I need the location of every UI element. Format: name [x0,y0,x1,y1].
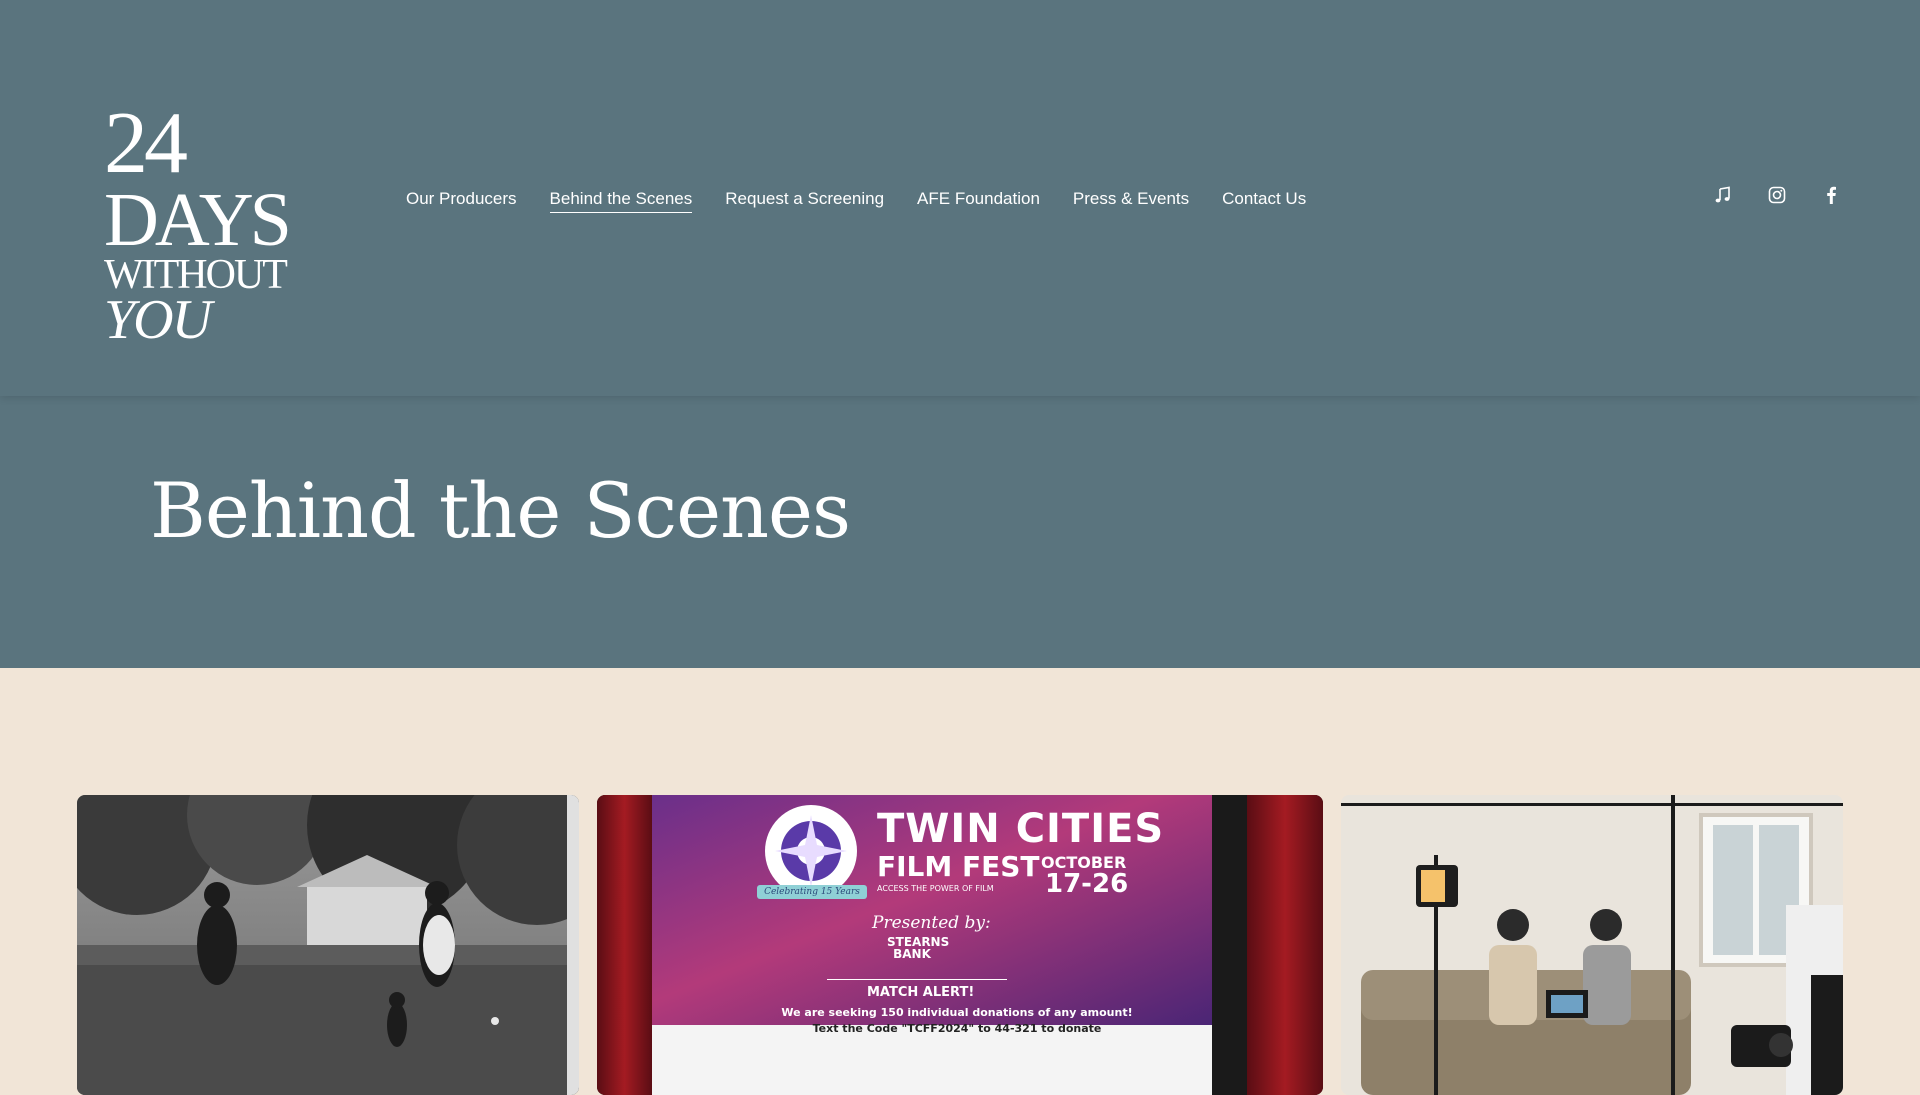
logo-line-2: DAYS [104,178,292,262]
gallery-photo-interview[interactable] [1341,795,1843,1095]
nav-behind-the-scenes[interactable]: Behind the Scenes [549,189,693,213]
festival-badge: Celebrating 15 Years [757,885,867,899]
nav-afe-foundation[interactable]: AFE Foundation [917,189,1040,213]
sponsor-name: STEARNS BANK [887,935,950,961]
gallery-photo-backyard[interactable] [77,795,579,1095]
festival-title: TWIN CITIES [877,806,1165,852]
donation-text-1: We are seeking 150 individual donations … [781,1006,1133,1019]
music-note-icon[interactable] [1712,184,1734,206]
festival-subtitle: FILM FEST [877,850,1040,883]
presented-by-label: Presented by: [872,913,991,933]
instagram-icon[interactable] [1766,184,1788,206]
nav-contact-us[interactable]: Contact Us [1222,189,1306,213]
donation-text-2: Text the Code "TCFF2024" to 44-321 to do… [812,1022,1102,1035]
main-nav: Our Producers Behind the Scenes Request … [406,186,1306,216]
social-links [1712,184,1842,206]
alert-divider [827,979,1007,980]
facebook-icon[interactable] [1820,184,1842,206]
site-logo[interactable]: 24 DAYS WITHOUT YOU [104,95,292,349]
nav-our-producers[interactable]: Our Producers [406,189,517,213]
page-title: Behind the Scenes [150,466,851,555]
nav-press-events[interactable]: Press & Events [1073,189,1189,213]
hero-section: Behind the Scenes [0,396,1920,668]
starburst-icon [765,805,857,897]
festival-tagline: ACCESS THE POWER OF FILM [877,884,994,893]
site-header: 24 DAYS WITHOUT YOU Our Producers Behind… [0,0,1920,396]
logo-line-1: 24 [104,95,188,192]
match-alert-title: MATCH ALERT! [867,985,975,1000]
photo-gallery: TWIN CITIES FILM FEST OCTOBER 17-26 ACCE… [77,795,1843,1095]
logo-line-4: YOU [104,289,212,351]
nav-request-a-screening[interactable]: Request a Screening [725,189,884,213]
gallery-photo-film-fest[interactable]: TWIN CITIES FILM FEST OCTOBER 17-26 ACCE… [597,795,1323,1095]
festival-days: 17-26 [1045,869,1129,899]
